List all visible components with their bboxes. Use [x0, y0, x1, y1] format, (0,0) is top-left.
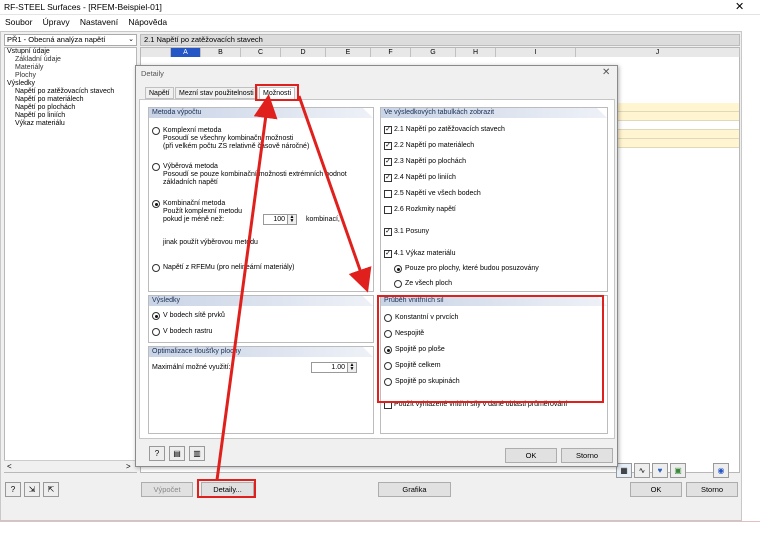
arrow-details-to-options — [215, 94, 278, 481]
arrow-options-to-forces — [297, 95, 372, 293]
annotation-arrows — [215, 94, 372, 481]
